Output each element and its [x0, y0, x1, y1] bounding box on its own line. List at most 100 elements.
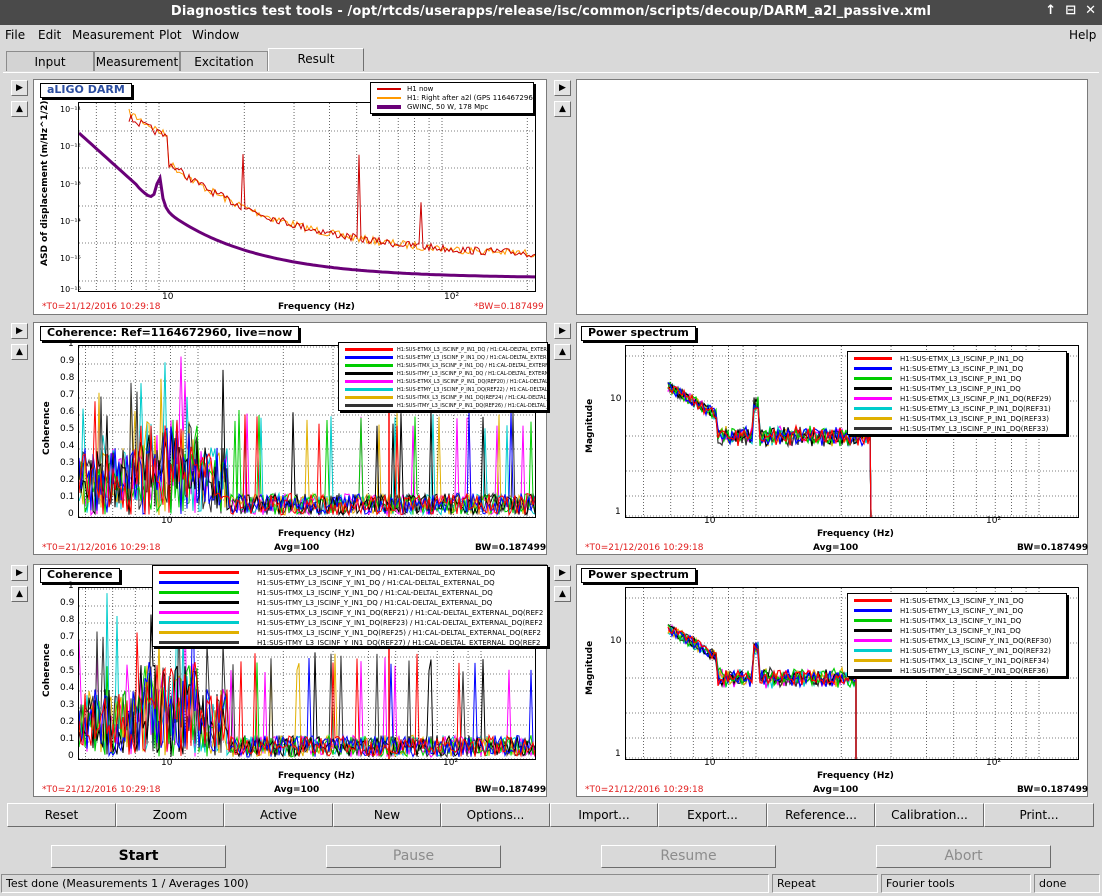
reset-button[interactable]: Reset	[7, 803, 116, 827]
plot-legend[interactable]: H1:SUS-ETMX_L3_ISCINF_P_IN1_DQ H1:SUS-ETM…	[847, 351, 1067, 435]
legend-entry: H1:SUS-ITMY_L3_ISCINF_Y_IN1_DQ(REF36)	[848, 666, 1066, 676]
y-tick: 10	[610, 394, 622, 404]
raise-window-icon[interactable]: ↑	[1045, 3, 1056, 18]
plot-pad-coherence-yaw[interactable]: Coherence 10 10² Coherence Frequency (Hz…	[33, 564, 548, 797]
t0-label: *T0=21/12/2016 10:29:18	[585, 785, 704, 795]
y-axis-label: Coherence	[42, 643, 52, 697]
zoom-button[interactable]: Zoom	[116, 803, 224, 827]
pad3-up-icon[interactable]: ▲	[11, 344, 28, 360]
bw-label: BW=0.187499	[1017, 543, 1089, 553]
tab-input[interactable]: Input	[6, 51, 94, 71]
legend-entry: H1:SUS-ITMY_L3_ISCINF_P_IN1_DQ(REF33)	[848, 424, 1066, 434]
plot-pad-empty[interactable]	[576, 79, 1088, 315]
legend-entry: H1:SUS-ETMY_L3_ISCINF_P_IN1_DQ	[848, 364, 1066, 374]
plot-pad-darm[interactable]: aLIGO DARM 10⁻¹¹ 10⁻¹² 10⁻¹³ 10⁻¹⁴ 10⁻¹⁵…	[33, 79, 547, 315]
bw-label: BW=0.187499	[475, 543, 547, 553]
pad5-up-icon[interactable]: ▲	[11, 586, 28, 602]
pause-button[interactable]: Pause	[326, 845, 501, 868]
x-tick: 10	[161, 516, 173, 526]
y-tick: 0.1	[60, 734, 75, 744]
t0-label: *T0=21/12/2016 10:29:18	[42, 543, 161, 553]
menu-file[interactable]: File	[5, 28, 25, 42]
pad4-next-icon[interactable]: ▶	[554, 323, 571, 339]
pad2-up-icon[interactable]: ▲	[554, 101, 571, 117]
x-tick: 10	[162, 292, 174, 302]
legend-entry: H1:SUS-ITMY_L3_ISCINF_P_IN1_DQ	[848, 384, 1066, 394]
y-tick: 0.8	[60, 615, 75, 625]
plot-legend[interactable]: H1:SUS-ETMX_L3_ISCINF_P_IN1_DQ / H1:CAL-…	[338, 342, 548, 411]
pad1-up-icon[interactable]: ▲	[11, 101, 28, 117]
plot-title: Power spectrum	[581, 326, 696, 341]
plot-pad-power-pitch[interactable]: Power spectrum 10 1 10 10² Magnitude Fre…	[576, 322, 1088, 555]
legend-entry: H1:SUS-ETMY_L3_ISCINF_Y_IN1_DQ	[848, 606, 1066, 616]
y-tick: 0.2	[60, 717, 75, 727]
resume-button[interactable]: Resume	[601, 845, 776, 868]
active-button[interactable]: Active	[224, 803, 333, 827]
bw-label: BW=0.187499	[475, 785, 547, 795]
legend-entry: H1:SUS-ITMY_L3_ISCINF_Y_IN1_DQ / H1:CAL-…	[153, 598, 547, 608]
status-state: done	[1034, 874, 1100, 893]
plot-legend[interactable]: H1:SUS-ETMX_L3_ISCINF_Y_IN1_DQ H1:SUS-ETM…	[847, 593, 1067, 677]
menu-help[interactable]: Help	[1069, 28, 1096, 42]
legend-entry: H1:SUS-ETMX_L3_ISCINF_Y_IN1_DQ(REF30)	[848, 636, 1066, 646]
menu-plot[interactable]: Plot	[159, 28, 182, 42]
plot-legend[interactable]: H1 now H1: Right after a2l (GPS 11646729…	[370, 82, 534, 114]
pad3-next-icon[interactable]: ▶	[11, 323, 28, 339]
tab-result[interactable]: Result	[268, 48, 364, 71]
y-tick: 10⁻¹⁶	[60, 285, 81, 294]
pad1-next-icon[interactable]: ▶	[11, 80, 28, 96]
legend-entry: H1:SUS-ITMX_L3_ISCINF_Y_IN1_DQ / H1:CAL-…	[153, 588, 547, 598]
menu-edit[interactable]: Edit	[38, 28, 61, 42]
new-button[interactable]: New	[333, 803, 441, 827]
tab-measurement[interactable]: Measurement	[94, 51, 180, 71]
plot-pad-power-yaw[interactable]: Power spectrum 10 1 10 10² Magnitude Fre…	[576, 564, 1088, 797]
legend-entry: H1:SUS-ETMX_L3_ISCINF_Y_IN1_DQ	[848, 596, 1066, 606]
x-tick: 10	[704, 758, 716, 768]
legend-entry: H1:SUS-ITMX_L3_ISCINF_P_IN1_DQ	[848, 374, 1066, 384]
y-tick: 10	[610, 636, 622, 646]
pad2-next-icon[interactable]: ▶	[554, 80, 571, 96]
plot-legend[interactable]: H1:SUS-ETMX_L3_ISCINF_Y_IN1_DQ / H1:CAL-…	[152, 565, 548, 647]
y-tick: 0.9	[60, 356, 75, 366]
plot-pad-coherence-pitch[interactable]: Coherence: Ref=1164672960, live=now 10 C…	[33, 322, 548, 555]
plot-title: Coherence: Ref=1164672960, live=now	[40, 326, 300, 341]
y-tick: 0.3	[60, 458, 75, 468]
pad6-next-icon[interactable]: ▶	[554, 565, 571, 581]
y-tick: 0.6	[60, 649, 75, 659]
plot-title: Coherence	[40, 568, 120, 583]
import-button[interactable]: Import...	[550, 803, 658, 827]
legend-entry: H1:SUS-ITMY_L3_ISCINF_P_IN1_DQ(REF26) / …	[339, 401, 547, 410]
tab-excitation[interactable]: Excitation	[180, 51, 268, 71]
x-axis-label: Frequency (Hz)	[817, 529, 894, 539]
legend-entry: H1:SUS-ITMY_L3_ISCINF_Y_IN1_DQ(REF27) / …	[153, 638, 547, 646]
calibration-button[interactable]: Calibration...	[875, 803, 984, 827]
legend-entry: H1:SUS-ITMX_L3_ISCINF_Y_IN1_DQ(REF34)	[848, 656, 1066, 666]
legend-entry: H1:SUS-ETMY_L3_ISCINF_Y_IN1_DQ(REF32)	[848, 646, 1066, 656]
export-button[interactable]: Export...	[658, 803, 767, 827]
bw-label: BW=0.187499	[1017, 785, 1089, 795]
menu-measurement[interactable]: Measurement	[72, 28, 154, 42]
status-type: Fourier tools	[881, 874, 1031, 893]
y-tick: 1	[615, 507, 621, 517]
pad5-next-icon[interactable]: ▶	[11, 565, 28, 581]
minimize-window-icon[interactable]: ⊟	[1065, 3, 1076, 18]
reference-button[interactable]: Reference...	[767, 803, 875, 827]
options-button[interactable]: Options...	[441, 803, 550, 827]
x-axis-label: Frequency (Hz)	[278, 529, 355, 539]
legend-entry: H1:SUS-ITMX_L3_ISCINF_Y_IN1_DQ(REF25) / …	[153, 628, 547, 638]
start-button[interactable]: Start	[51, 845, 226, 868]
x-tick: 10	[161, 758, 173, 768]
menu-window[interactable]: Window	[192, 28, 239, 42]
pad6-up-icon[interactable]: ▲	[554, 586, 571, 602]
pad4-up-icon[interactable]: ▲	[554, 344, 571, 360]
y-axis-label: Coherence	[42, 401, 52, 455]
legend-entry: H1:SUS-ETMX_L3_ISCINF_P_IN1_DQ	[848, 354, 1066, 364]
x-tick: 10²	[986, 516, 1002, 526]
y-tick: 0.1	[60, 492, 75, 502]
plot-frame[interactable]	[78, 102, 536, 292]
abort-button[interactable]: Abort	[876, 845, 1051, 868]
y-axis-label: ASD of displacement (m/Hz^1/2)	[40, 100, 50, 266]
y-tick: 10⁻¹⁴	[60, 217, 81, 226]
print-button[interactable]: Print...	[984, 803, 1094, 827]
close-window-icon[interactable]: ✕	[1085, 3, 1096, 18]
